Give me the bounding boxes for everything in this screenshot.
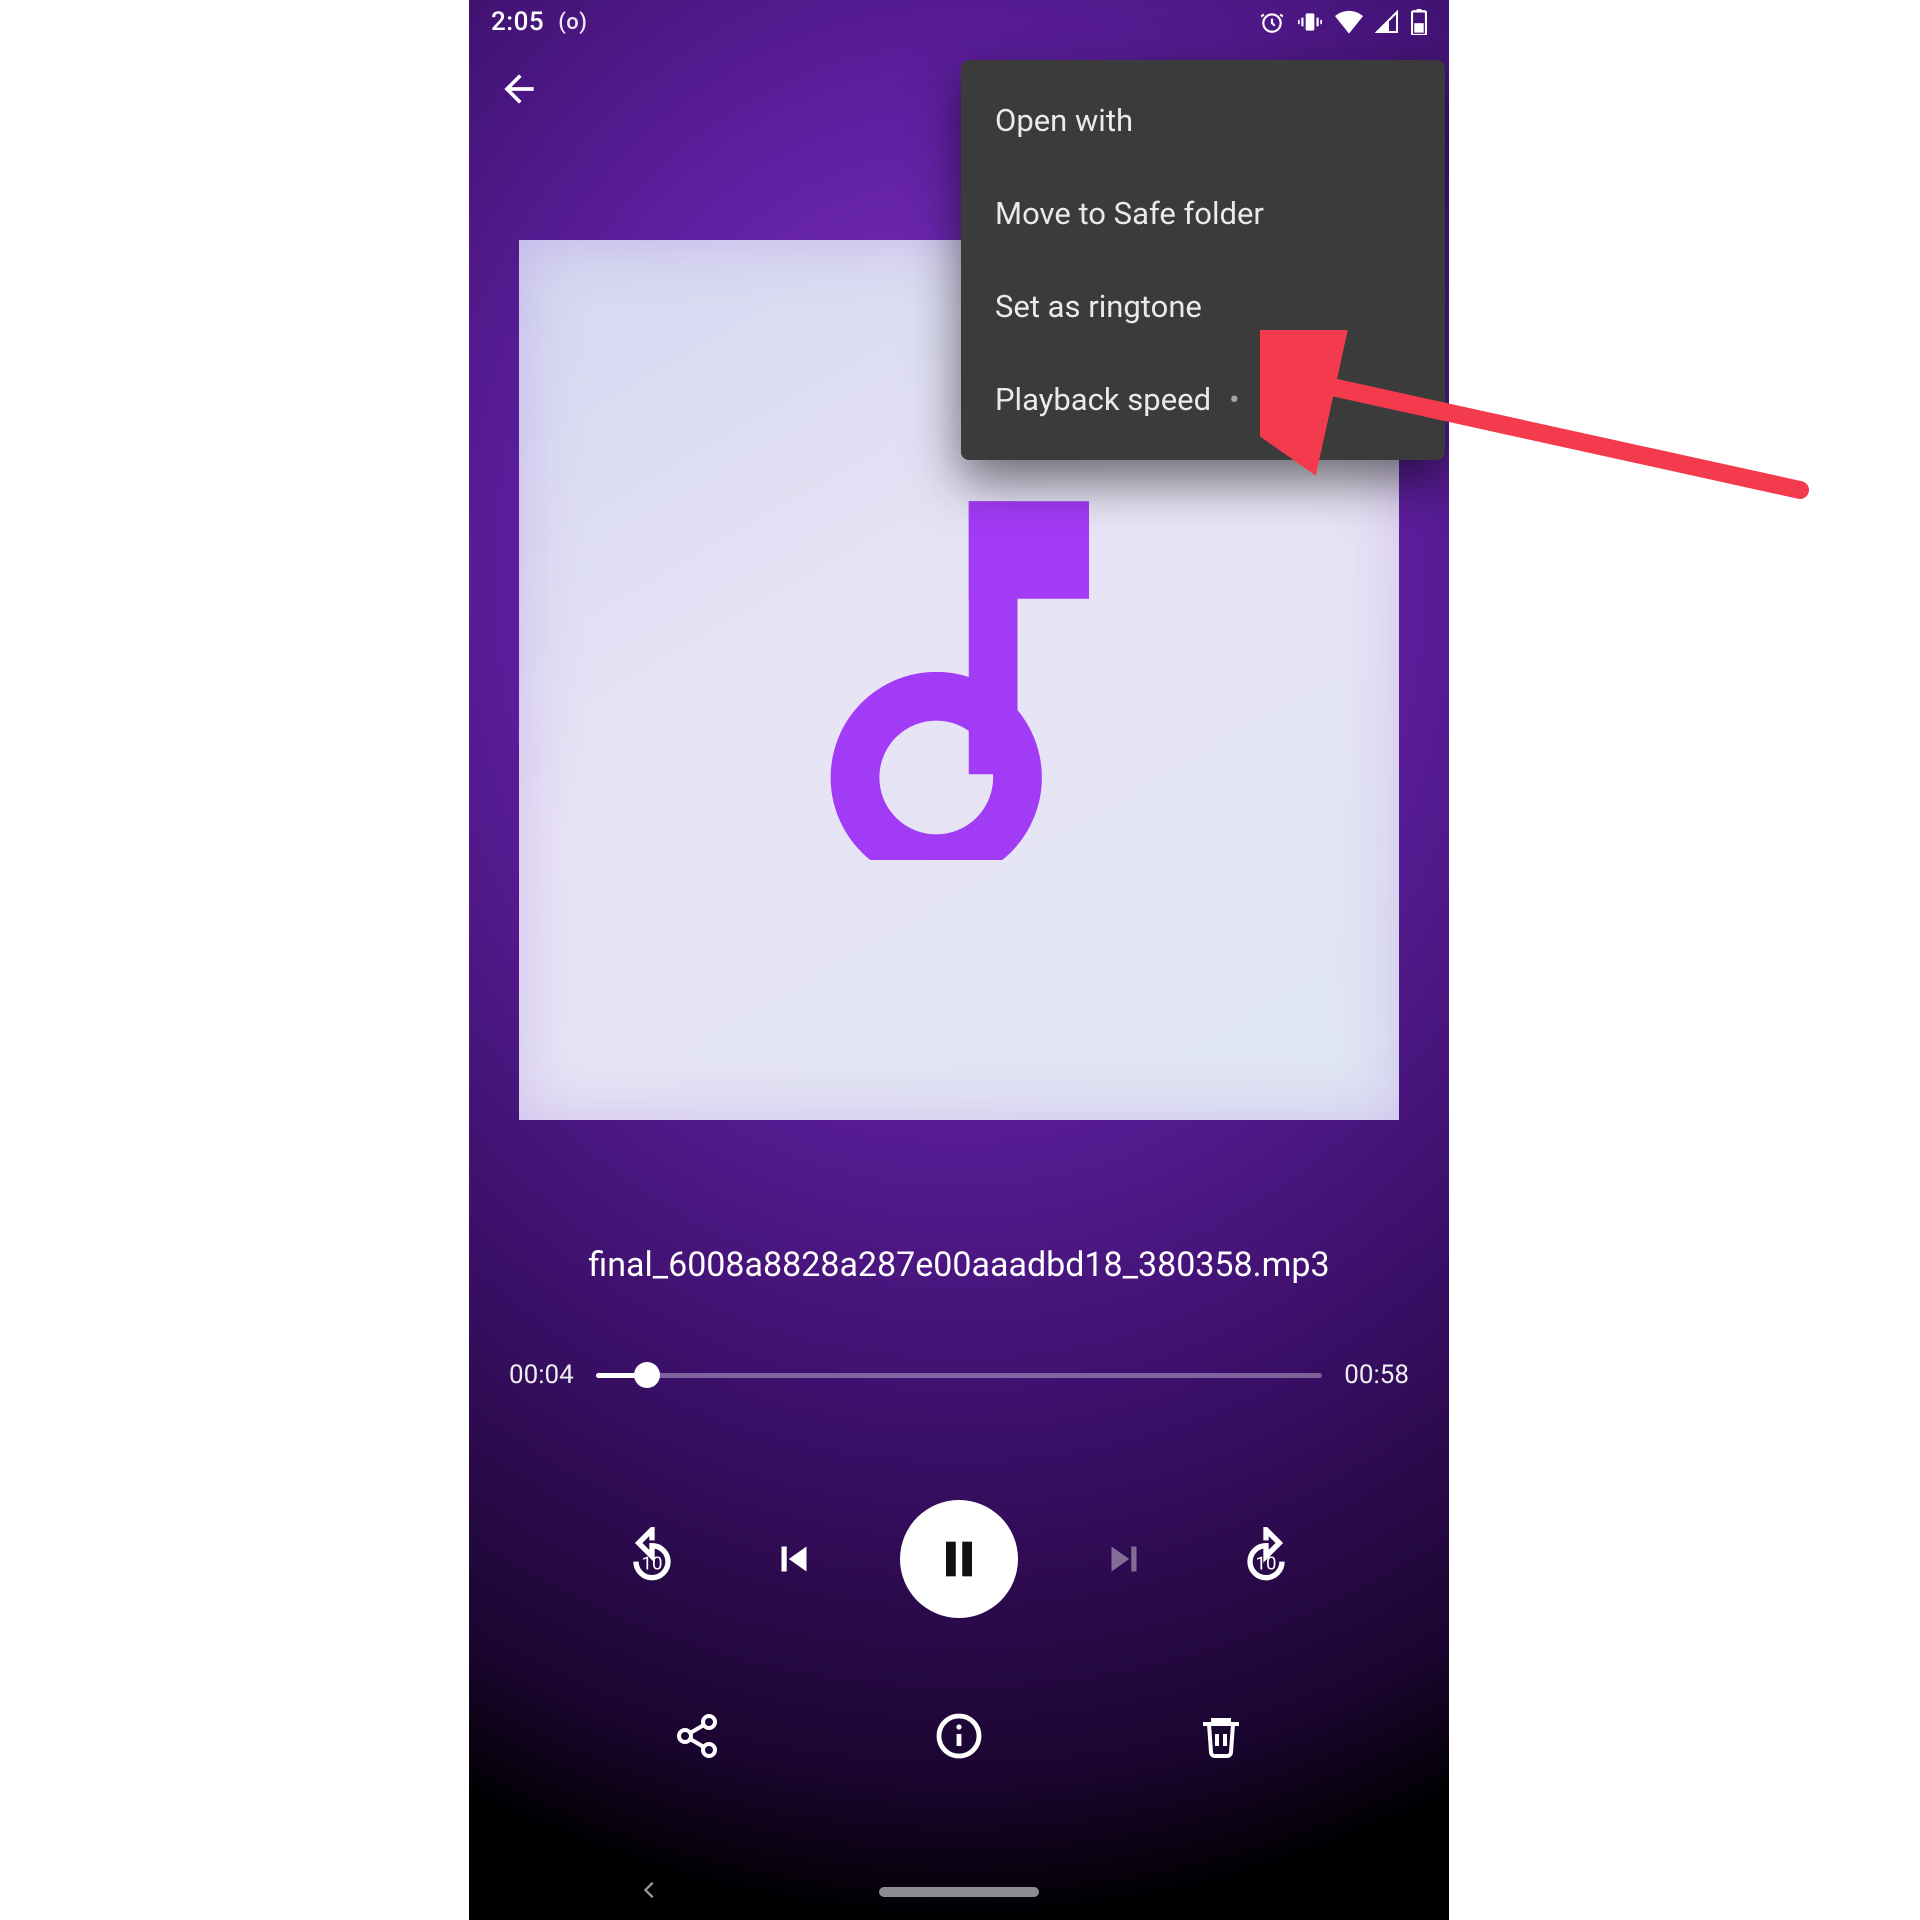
nav-back-icon[interactable] bbox=[639, 1879, 661, 1905]
play-pause-button[interactable] bbox=[900, 1500, 1018, 1618]
transport-controls: 10 10 bbox=[469, 1500, 1449, 1618]
status-bar: 2:05 (o) bbox=[469, 0, 1449, 44]
wifi-icon bbox=[1335, 10, 1363, 34]
seek-row: 00:04 00:58 bbox=[509, 1360, 1409, 1390]
delete-button[interactable] bbox=[1185, 1700, 1257, 1772]
next-button[interactable] bbox=[1088, 1523, 1160, 1595]
skip-next-icon bbox=[1099, 1534, 1149, 1584]
forward-10-button[interactable]: 10 bbox=[1230, 1523, 1302, 1595]
menu-item-playback-speed[interactable]: Playback speed • 1.0x bbox=[961, 353, 1445, 446]
status-bar-left: 2:05 (o) bbox=[491, 7, 587, 37]
cell-signal-icon bbox=[1375, 10, 1399, 34]
info-button[interactable] bbox=[923, 1700, 995, 1772]
bottom-actions bbox=[469, 1700, 1449, 1772]
music-note-icon bbox=[829, 500, 1089, 860]
separator-dot: • bbox=[1229, 381, 1239, 418]
previous-button[interactable] bbox=[758, 1523, 830, 1595]
track-title: final_6008a8828a287e00aaadbd18_380358.mp… bbox=[469, 1245, 1449, 1285]
status-bar-right bbox=[1259, 9, 1427, 35]
forward-10-icon: 10 bbox=[1234, 1527, 1298, 1591]
alarm-icon bbox=[1259, 9, 1285, 35]
seek-thumb[interactable] bbox=[634, 1362, 660, 1388]
system-nav-bar bbox=[469, 1864, 1449, 1920]
rewind-10-button[interactable]: 10 bbox=[616, 1523, 688, 1595]
menu-item-open-with[interactable]: Open with bbox=[961, 74, 1445, 167]
svg-text:10: 10 bbox=[642, 1553, 663, 1575]
phone-frame: 2:05 (o) bbox=[469, 0, 1449, 1920]
back-button[interactable] bbox=[483, 53, 555, 125]
info-icon bbox=[935, 1712, 983, 1760]
share-button[interactable] bbox=[661, 1700, 733, 1772]
menu-item-label: Set as ringtone bbox=[995, 288, 1202, 325]
arrow-back-icon bbox=[497, 67, 541, 111]
battery-icon bbox=[1411, 9, 1427, 35]
trash-icon bbox=[1197, 1712, 1245, 1760]
elapsed-time: 00:04 bbox=[509, 1360, 574, 1390]
canvas: 2:05 (o) bbox=[0, 0, 1920, 1920]
svg-text:10: 10 bbox=[1256, 1553, 1277, 1575]
menu-item-set-ringtone[interactable]: Set as ringtone bbox=[961, 260, 1445, 353]
skip-previous-icon bbox=[769, 1534, 819, 1584]
status-time: 2:05 bbox=[491, 7, 544, 37]
playback-speed-value: 1.0x bbox=[1258, 381, 1316, 418]
menu-item-label: Open with bbox=[995, 102, 1133, 139]
seek-slider[interactable] bbox=[596, 1373, 1323, 1378]
overflow-menu: Open with Move to Safe folder Set as rin… bbox=[961, 60, 1445, 460]
menu-item-label: Playback speed bbox=[995, 381, 1211, 418]
recording-indicator-icon: (o) bbox=[558, 10, 587, 35]
menu-item-label: Move to Safe folder bbox=[995, 195, 1264, 232]
vibrate-icon bbox=[1297, 9, 1323, 35]
total-time: 00:58 bbox=[1344, 1360, 1409, 1390]
nav-home-pill[interactable] bbox=[879, 1887, 1039, 1897]
pause-icon bbox=[933, 1533, 985, 1585]
menu-item-move-safe-folder[interactable]: Move to Safe folder bbox=[961, 167, 1445, 260]
share-icon bbox=[673, 1712, 721, 1760]
replay-10-icon: 10 bbox=[620, 1527, 684, 1591]
